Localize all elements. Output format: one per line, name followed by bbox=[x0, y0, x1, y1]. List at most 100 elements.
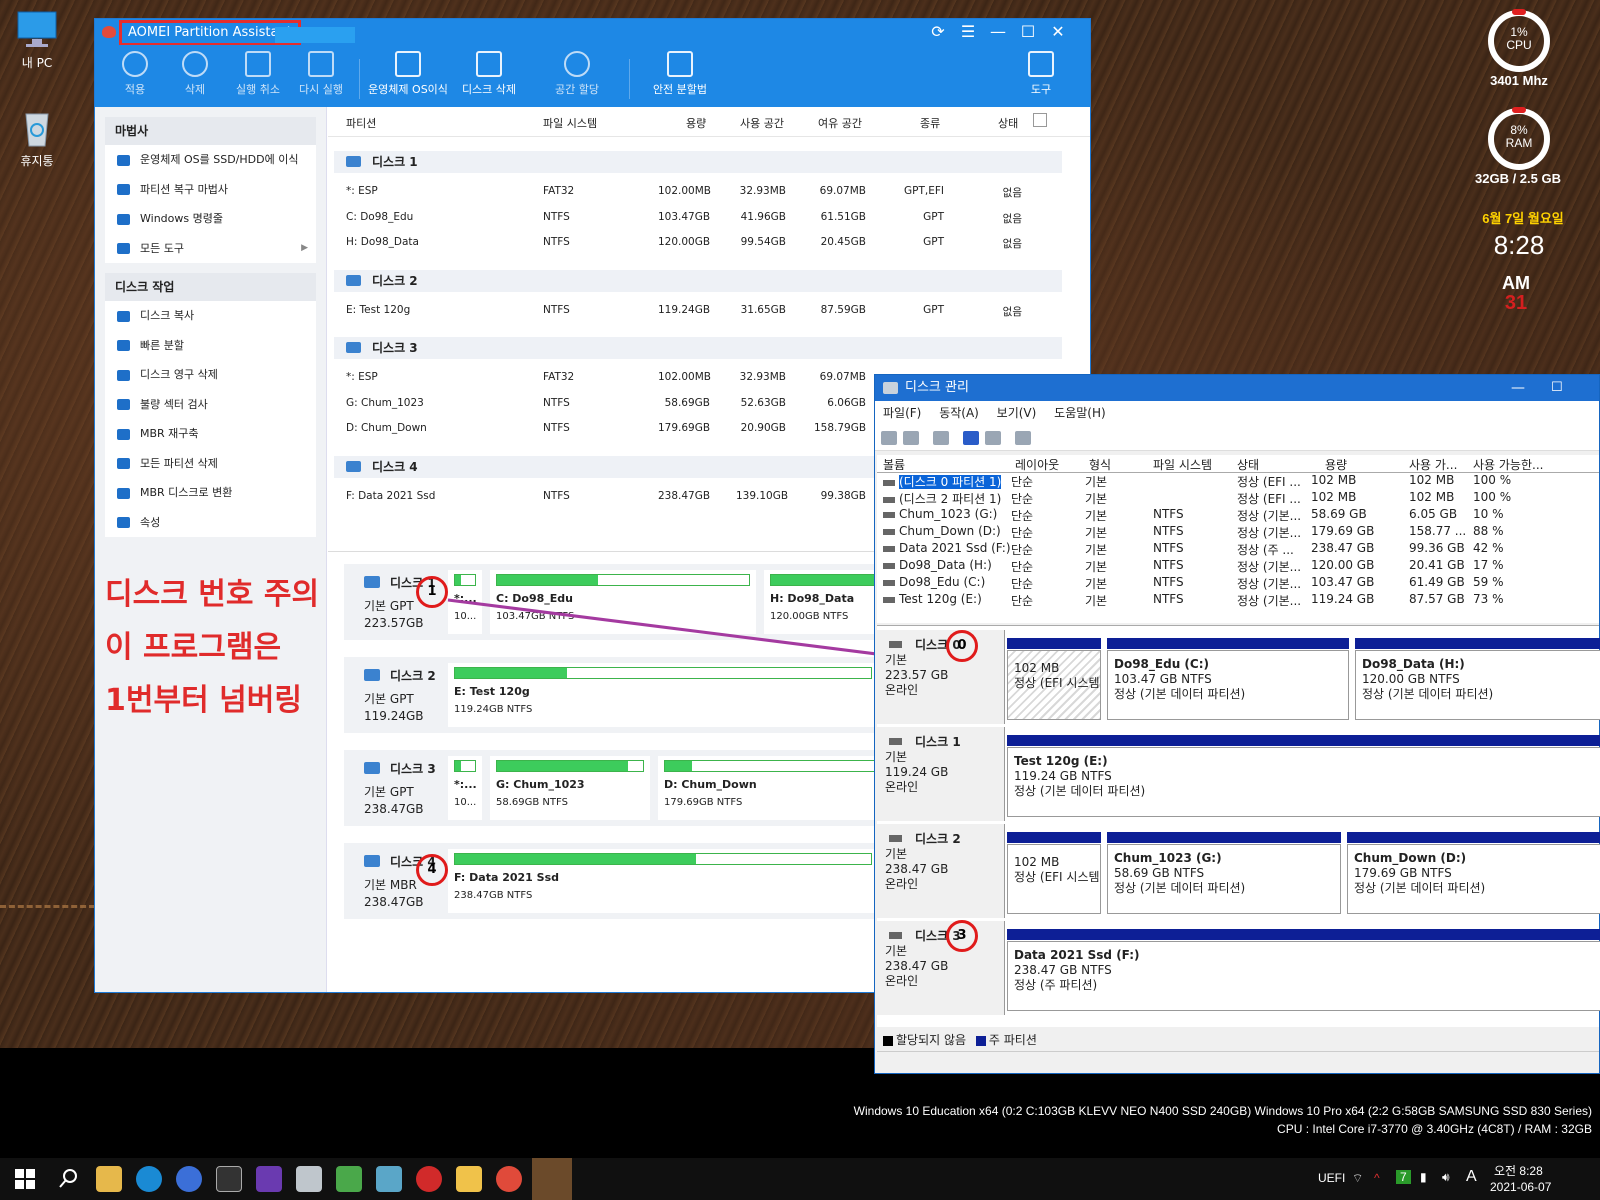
refresh-icon[interactable]: ⟳ bbox=[925, 22, 951, 41]
col-status[interactable]: 상태 bbox=[998, 115, 1018, 131]
volume-icon[interactable]: 🔊︎ bbox=[1442, 1170, 1450, 1185]
menu-view[interactable]: 보기(V) bbox=[997, 406, 1037, 420]
disk-graph-row[interactable]: 디스크 2 기본 238.47 GB 온라인 102 MB 정상 (EFI 시스템 Chum… bbox=[877, 824, 1600, 920]
desktop-icon-my-pc[interactable]: 내 PC bbox=[2, 10, 72, 71]
volume-row[interactable]: Test 120g (E:) 단순 기본 NTFS 정상 (기본... 119.24 GB… bbox=[877, 592, 1599, 609]
disk-graph-partition[interactable]: Do98_Data (H:) 120.00 GB NTFS 정상 (기본 데이터 파… bbox=[1355, 650, 1600, 720]
disk-graph-partition[interactable]: 102 MB 정상 (EFI 시스템 bbox=[1007, 844, 1101, 914]
col-capacity[interactable]: 용량 bbox=[686, 115, 706, 131]
sidebar-item-partition-recovery[interactable]: 파티션 복구 마법사 bbox=[105, 175, 316, 205]
folder-icon[interactable] bbox=[456, 1166, 482, 1192]
col-status[interactable]: 상태 bbox=[1237, 456, 1259, 473]
ime-indicator[interactable]: A bbox=[1466, 1168, 1477, 1186]
col-filesystem[interactable]: 파일 시스템 bbox=[543, 115, 597, 131]
disk-map-partition[interactable]: F: Data 2021 Ssd 238.47GB NTFS bbox=[448, 849, 878, 913]
sidebar-item-rebuild-mbr[interactable]: MBR 재구축 bbox=[105, 419, 316, 449]
sidebar-item-delete-all[interactable]: 모든 파티션 삭제 bbox=[105, 449, 316, 479]
tray-badge[interactable]: 7 bbox=[1396, 1170, 1411, 1184]
tools-button[interactable]: 도구 bbox=[1001, 47, 1081, 97]
dm-titlebar[interactable]: 디스크 관리 — ☐ bbox=[875, 375, 1599, 401]
help-icon[interactable] bbox=[963, 431, 979, 445]
disk-graph-row[interactable]: 디스크 3 기본 238.47 GB 온라인 Data 2021 Ssd (F:) 238… bbox=[877, 921, 1600, 1017]
redo-button[interactable]: 다시 실행 bbox=[281, 47, 361, 97]
sidebar-item-properties[interactable]: 속성 bbox=[105, 508, 316, 538]
search-icon[interactable] bbox=[56, 1166, 82, 1192]
taskbar-time[interactable]: 오전 8:28 bbox=[1494, 1162, 1543, 1179]
disk-graph-partition[interactable]: Chum_1023 (G:) 58.69 GB NTFS 정상 (기본 데이터 파티… bbox=[1107, 844, 1341, 914]
col-free[interactable]: 사용 가... bbox=[1409, 456, 1457, 473]
migrate-os-button[interactable]: 운영체제 OS이식 bbox=[363, 47, 453, 97]
disk-graph-row[interactable]: 디스크 0 기본 223.57 GB 온라인 102 MB 정상 (EFI 시스템 Do98… bbox=[877, 630, 1600, 726]
disk-map-partition[interactable]: E: Test 120g 119.24GB NTFS bbox=[448, 663, 878, 727]
disk-group-header[interactable]: 디스크 1 bbox=[334, 151, 1062, 173]
col-type[interactable]: 형식 bbox=[1089, 456, 1111, 473]
disk-map-partition[interactable]: *:... 10... bbox=[448, 756, 482, 820]
sidebar-item-copy-disk[interactable]: 디스크 복사 bbox=[105, 301, 316, 331]
disk-graph-info[interactable]: 디스크 0 기본 223.57 GB 온라인 bbox=[877, 630, 1005, 724]
volume-row[interactable]: Do98_Data (H:) 단순 기본 NTFS 정상 (기본... 120.00 GB… bbox=[877, 558, 1599, 575]
volume-row[interactable]: Data 2021 Ssd (F:) 단순 기본 NTFS 정상 (주 ... 238.4… bbox=[877, 541, 1599, 558]
disk-group-header[interactable]: 디스크 2 bbox=[334, 269, 1062, 292]
disk-management-window[interactable]: 디스크 관리 — ☐ 파일(F) 동작(A) 보기(V) 도움말(H) 볼륨 레… bbox=[874, 374, 1600, 1074]
app-installer-icon[interactable] bbox=[336, 1166, 362, 1192]
minimize-button[interactable]: — bbox=[985, 22, 1011, 41]
notepad-icon[interactable] bbox=[376, 1166, 402, 1192]
volume-row[interactable]: (디스크 2 파티션 1) 단순 기본 정상 (EFI ... 102 MB 102 MB… bbox=[877, 490, 1599, 507]
disk-graph-info[interactable]: 디스크 1 기본 119.24 GB 온라인 bbox=[877, 727, 1005, 821]
windows-start-icon[interactable] bbox=[12, 1166, 38, 1192]
menu-file[interactable]: 파일(F) bbox=[883, 406, 921, 420]
network-tool-icon[interactable] bbox=[176, 1166, 202, 1192]
sidebar-item-migrate-os[interactable]: 운영체제 OS를 SSD/HDD에 이식 bbox=[105, 145, 316, 175]
disk-map-partition[interactable]: D: Chum_Down 179.69GB NTFS bbox=[658, 756, 898, 820]
desktop-icon-recycle-bin[interactable]: 휴지통 bbox=[2, 108, 72, 169]
volume-row[interactable]: (디스크 0 파티션 1) 단순 기본 정상 (EFI ... 102 MB 102 MB… bbox=[877, 473, 1599, 490]
partition-row[interactable]: E: Test 120g NTFS 119.24GB 31.65GB 87.59GB GP… bbox=[328, 298, 1090, 324]
safe-partition-button[interactable]: 안전 분할법 bbox=[640, 47, 720, 97]
menu-help[interactable]: 도움말(H) bbox=[1054, 406, 1106, 420]
cpu-z-icon[interactable] bbox=[256, 1166, 282, 1192]
disk-graph-partition[interactable]: 102 MB 정상 (EFI 시스템 bbox=[1007, 650, 1101, 720]
aomei-taskbar-icon[interactable] bbox=[496, 1166, 522, 1192]
disk-map-partition[interactable]: *:... 10... bbox=[448, 570, 482, 634]
sidebar-item-convert-mbr[interactable]: MBR 디스크로 변환 bbox=[105, 478, 316, 508]
col-type[interactable]: 종류 bbox=[920, 115, 940, 131]
aomei-titlebar[interactable]: AOMEI Partition Assistant ⟳ ☰ — ☐ ✕ bbox=[95, 19, 1090, 46]
view-icon[interactable] bbox=[1015, 431, 1031, 445]
sidebar-item-quick-partition[interactable]: 빠른 분할 bbox=[105, 331, 316, 361]
disk-graph-partition[interactable]: Test 120g (E:) 119.24 GB NTFS 정상 (기본 데이터 파… bbox=[1007, 747, 1600, 817]
terminal-icon[interactable] bbox=[216, 1166, 242, 1192]
sidebar-item-bad-sector[interactable]: 불량 섹터 검사 bbox=[105, 390, 316, 420]
properties-icon[interactable] bbox=[985, 431, 1001, 445]
close-button[interactable]: ✕ bbox=[1045, 22, 1071, 41]
col-partition[interactable]: 파티션 bbox=[346, 115, 376, 131]
maximize-button[interactable]: ☐ bbox=[1551, 375, 1563, 401]
wifi-icon[interactable]: ⌔ bbox=[1352, 1171, 1363, 1186]
partition-row[interactable]: *: ESP FAT32 102.00MB 32.93MB 69.07MB GPT,EFI… bbox=[328, 179, 1090, 205]
col-free-pct[interactable]: 사용 가능한... bbox=[1473, 456, 1543, 473]
disk-graph-info[interactable]: 디스크 2 기본 238.47 GB 온라인 bbox=[877, 824, 1005, 918]
calculator-icon[interactable] bbox=[296, 1166, 322, 1192]
col-filesystem[interactable]: 파일 시스템 bbox=[1153, 456, 1212, 473]
power-icon[interactable] bbox=[416, 1166, 442, 1192]
battery-icon[interactable]: ▮ bbox=[1420, 1170, 1427, 1184]
sidebar-item-wipe-disk[interactable]: 디스크 영구 삭제 bbox=[105, 360, 316, 390]
wipe-disk-button[interactable]: 디스크 삭제 bbox=[449, 47, 529, 97]
disk-map-partition[interactable]: C: Do98_Edu 103.47GB NTFS bbox=[490, 570, 756, 634]
volume-row[interactable]: Chum_1023 (G:) 단순 기본 NTFS 정상 (기본... 58.69 GB 6… bbox=[877, 507, 1599, 524]
disk-graph-partition[interactable]: Data 2021 Ssd (F:) 238.47 GB NTFS 정상 (주 파티… bbox=[1007, 941, 1600, 1011]
back-icon[interactable] bbox=[881, 431, 897, 445]
taskbar-date[interactable]: 2021-06-07 bbox=[1490, 1180, 1551, 1194]
disk-graph-partition[interactable]: Chum_Down (D:) 179.69 GB NTFS 정상 (기본 데이터 파… bbox=[1347, 844, 1600, 914]
partition-row[interactable]: H: Do98_Data NTFS 120.00GB 99.54GB 20.45GB GP… bbox=[328, 230, 1090, 256]
tray-alert-icon[interactable]: ^ bbox=[1374, 1171, 1380, 1185]
forward-icon[interactable] bbox=[903, 431, 919, 445]
menu-icon[interactable]: ☰ bbox=[955, 22, 981, 41]
allocate-space-button[interactable]: 공간 할당 bbox=[537, 47, 617, 97]
edge-browser-icon[interactable] bbox=[136, 1166, 162, 1192]
disk-graph-info[interactable]: 디스크 3 기본 238.47 GB 온라인 bbox=[877, 921, 1005, 1015]
sidebar-item-windows-cmd[interactable]: Windows 명령줄 bbox=[105, 204, 316, 234]
partition-row[interactable]: C: Do98_Edu NTFS 103.47GB 41.96GB 61.51GB GPT… bbox=[328, 205, 1090, 231]
disk-graph-row[interactable]: 디스크 1 기본 119.24 GB 온라인 Test 120g (E:) 119.24 … bbox=[877, 727, 1600, 823]
disk-management-taskbar-icon[interactable] bbox=[532, 1158, 572, 1200]
col-free[interactable]: 여유 공간 bbox=[818, 115, 862, 131]
